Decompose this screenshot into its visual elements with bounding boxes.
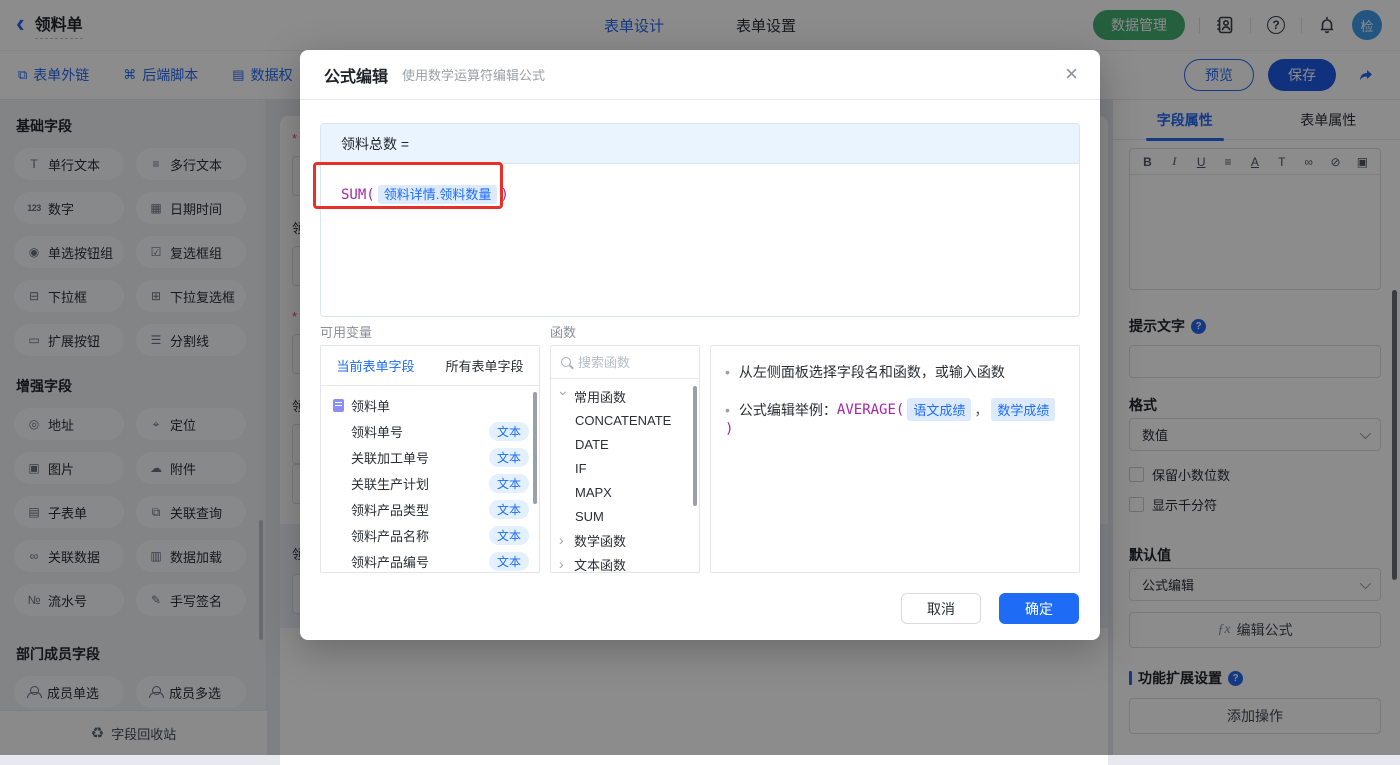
function-item-date[interactable]: DATE [551, 432, 699, 456]
variable-name: 关联加工单号 [351, 448, 429, 467]
form-node[interactable]: 领料单 [321, 392, 539, 418]
variables-panel: 当前表单字段 所有表单字段 领料单 领料单号文本 关联加工单号文本 关联生产计划… [320, 345, 540, 573]
formula-function-name: SUM( [341, 187, 375, 203]
help-panel: • 从左侧面板选择字段名和函数，或输入函数 • 公式编辑举例： AVERAGE(… [710, 345, 1080, 573]
functions-scrollbar[interactable] [693, 386, 697, 506]
type-badge: 文本 [489, 500, 529, 519]
close-icon[interactable]: × [1065, 63, 1078, 85]
functions-panel: › 常用函数 CONCATENATE DATE IF MAPX SUM › 数学… [550, 345, 700, 573]
function-group-common[interactable]: › 常用函数 [551, 384, 699, 408]
functions-section-label: 函数 [550, 322, 576, 341]
variable-row[interactable]: 领料产品类型 文本 [321, 496, 539, 522]
variables-tabs: 当前表单字段 所有表单字段 [321, 346, 539, 386]
cancel-button[interactable]: 取消 [901, 593, 981, 624]
example-close-paren: ) [725, 421, 733, 437]
variable-name: 领料产品类型 [351, 500, 429, 519]
example-chip-2: 数学成绩 [991, 398, 1055, 421]
variable-row[interactable]: 领料产品编号 文本 [321, 548, 539, 573]
chevron-collapsed-icon: › [559, 556, 569, 572]
form-doc-icon [333, 399, 344, 412]
formula-edit-modal: 公式编辑 使用数学运算符编辑公式 × 领料总数 = SUM(领料详情.领料数量)… [300, 50, 1100, 640]
search-icon [561, 357, 571, 367]
variable-name: 领料产品编号 [351, 552, 429, 571]
chevron-collapsed-icon: › [559, 532, 569, 548]
formula-expression[interactable]: SUM(领料详情.领料数量) [321, 164, 1079, 223]
formula-editor[interactable]: 领料总数 = SUM(领料详情.领料数量) [320, 123, 1080, 317]
function-group-math[interactable]: › 数学函数 [551, 528, 699, 552]
function-item-mapx[interactable]: MAPX [551, 480, 699, 504]
type-badge: 文本 [489, 422, 529, 441]
variables-section-label: 可用变量 [320, 322, 372, 341]
help-line-1: • 从左侧面板选择字段名和函数，或输入函数 [725, 362, 1065, 382]
example-function-name: AVERAGE( [837, 402, 904, 418]
bullet: • [725, 364, 730, 380]
variable-row[interactable]: 领料产品名称 文本 [321, 522, 539, 548]
bullet: • [725, 402, 730, 418]
confirm-button[interactable]: 确定 [999, 593, 1079, 624]
function-group-text[interactable]: › 文本函数 [551, 552, 699, 573]
type-badge: 文本 [489, 448, 529, 467]
group-label: 常用函数 [574, 387, 626, 406]
function-item-concatenate[interactable]: CONCATENATE [551, 408, 699, 432]
chevron-expanded-icon: › [556, 391, 572, 401]
comma: ， [974, 400, 988, 420]
variable-row[interactable]: 关联加工单号 文本 [321, 444, 539, 470]
modal-title: 公式编辑 [324, 63, 388, 87]
example-chip-1: 语文成绩 [907, 398, 971, 421]
function-search-row [551, 346, 699, 379]
function-item-sum[interactable]: SUM [551, 504, 699, 528]
type-badge: 文本 [489, 552, 529, 571]
function-search-input[interactable] [578, 355, 678, 370]
variable-row[interactable]: 关联生产计划 文本 [321, 470, 539, 496]
form-node-label: 领料单 [351, 396, 390, 415]
tab-current-form-fields[interactable]: 当前表单字段 [321, 346, 430, 385]
tab-all-form-fields[interactable]: 所有表单字段 [430, 346, 539, 385]
formula-target-strip: 领料总数 = [321, 124, 1079, 164]
variable-name: 领料单号 [351, 422, 403, 441]
type-badge: 文本 [489, 474, 529, 493]
variable-name: 领料产品名称 [351, 526, 429, 545]
variable-row[interactable]: 领料单号 文本 [321, 418, 539, 444]
modal-subtitle: 使用数学运算符编辑公式 [402, 65, 545, 84]
group-label: 文本函数 [574, 555, 626, 574]
formula-close-paren: ) [500, 187, 508, 203]
variables-scrollbar[interactable] [533, 392, 537, 504]
formula-field-chip[interactable]: 领料详情.领料数量 [378, 185, 498, 204]
variable-name: 关联生产计划 [351, 474, 429, 493]
modal-header: 公式编辑 使用数学运算符编辑公式 × [300, 50, 1100, 100]
function-item-if[interactable]: IF [551, 456, 699, 480]
group-label: 数学函数 [574, 531, 626, 550]
formula-target-label: 领料总数 = [341, 134, 409, 154]
type-badge: 文本 [489, 526, 529, 545]
help-line-2: • 公式编辑举例： AVERAGE( 语文成绩 ， 数学成绩 ) [725, 398, 1065, 437]
